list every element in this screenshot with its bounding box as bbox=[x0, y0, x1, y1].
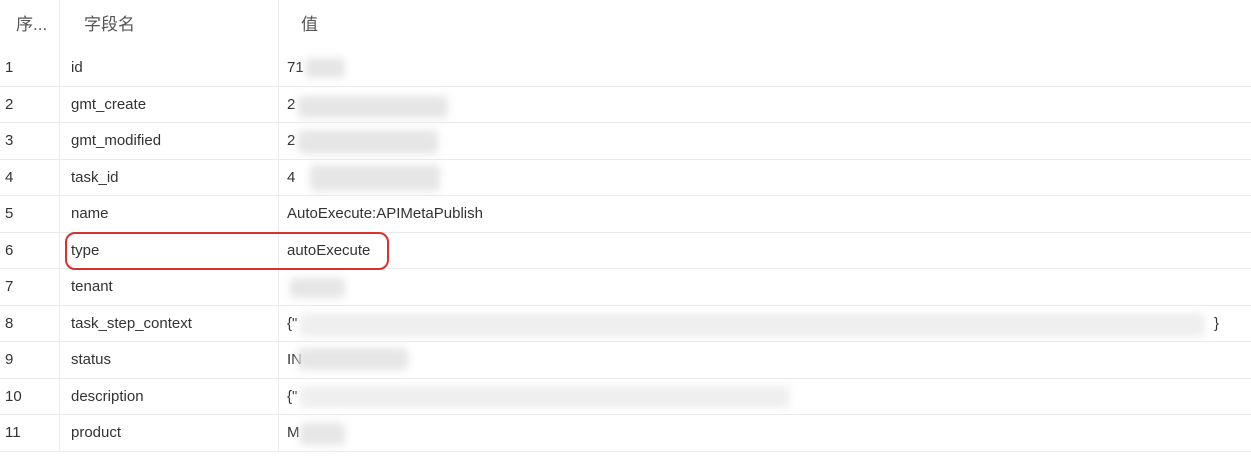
redacted-value-block bbox=[298, 130, 438, 154]
row-index: 10 bbox=[0, 378, 60, 415]
field-name-cell[interactable]: tenant bbox=[60, 269, 279, 305]
redacted-value-block bbox=[300, 386, 790, 408]
value-cell[interactable]: M bbox=[279, 415, 1251, 451]
redacted-value-block bbox=[305, 58, 345, 78]
table-row[interactable]: 2 gmt_create 2 bbox=[0, 86, 1251, 123]
value-cell[interactable] bbox=[279, 269, 1251, 305]
grid-header: 序... 字段名 值 bbox=[0, 0, 1251, 50]
redacted-value-block bbox=[310, 165, 440, 191]
field-name-cell[interactable]: task_step_context bbox=[60, 305, 279, 342]
table-row[interactable]: 7 tenant bbox=[0, 269, 1251, 306]
table-row[interactable]: 3 gmt_modified 2 bbox=[0, 123, 1251, 160]
table-row[interactable]: 9 status IN bbox=[0, 342, 1251, 379]
column-header-value[interactable]: 值 bbox=[279, 0, 1251, 50]
value-cell[interactable]: IN bbox=[279, 342, 1251, 378]
row-index: 9 bbox=[0, 342, 60, 378]
field-name-cell[interactable]: product bbox=[60, 415, 279, 451]
redacted-value-block bbox=[298, 96, 448, 118]
value-cell[interactable]: autoExecute bbox=[279, 233, 1251, 269]
row-index: 7 bbox=[0, 269, 60, 305]
value-cell[interactable]: AutoExecute:APIMetaPublish bbox=[279, 196, 1251, 232]
row-index: 3 bbox=[0, 123, 60, 159]
field-name-cell[interactable]: id bbox=[60, 50, 279, 86]
table-row[interactable]: 1 id 71 bbox=[0, 50, 1251, 87]
field-name-cell[interactable]: name bbox=[60, 196, 279, 232]
redacted-value-block bbox=[290, 278, 345, 298]
column-header-field-name[interactable]: 字段名 bbox=[60, 0, 279, 50]
field-name-cell[interactable]: task_id bbox=[60, 159, 279, 196]
value-closing-brace: } bbox=[1214, 314, 1220, 332]
column-header-index[interactable]: 序... bbox=[0, 0, 60, 50]
row-index: 8 bbox=[0, 305, 60, 342]
value-cell[interactable]: 71 bbox=[279, 50, 1251, 86]
field-name-cell[interactable]: status bbox=[60, 342, 279, 378]
table-row[interactable]: 6 type autoExecute bbox=[0, 232, 1251, 269]
field-name-cell[interactable]: gmt_modified bbox=[60, 123, 279, 159]
field-name-cell[interactable]: type bbox=[60, 232, 279, 269]
result-grid: 序... 字段名 值 1 id 71 2 gmt_create 2 3 gmt_… bbox=[0, 0, 1251, 457]
redacted-value-block bbox=[298, 348, 408, 370]
table-row[interactable]: 4 task_id 4 bbox=[0, 159, 1251, 196]
field-name-cell[interactable]: gmt_create bbox=[60, 86, 279, 123]
redacted-value-block bbox=[300, 423, 345, 445]
row-index: 11 bbox=[0, 415, 60, 451]
table-row[interactable]: 11 product M bbox=[0, 415, 1251, 452]
field-name-cell[interactable]: description bbox=[60, 378, 279, 415]
redacted-value-block bbox=[300, 313, 1205, 337]
row-index: 6 bbox=[0, 232, 60, 269]
row-index: 4 bbox=[0, 159, 60, 196]
row-index: 2 bbox=[0, 86, 60, 123]
row-index: 1 bbox=[0, 50, 60, 86]
row-index: 5 bbox=[0, 196, 60, 232]
table-row[interactable]: 5 name AutoExecute:APIMetaPublish bbox=[0, 196, 1251, 233]
